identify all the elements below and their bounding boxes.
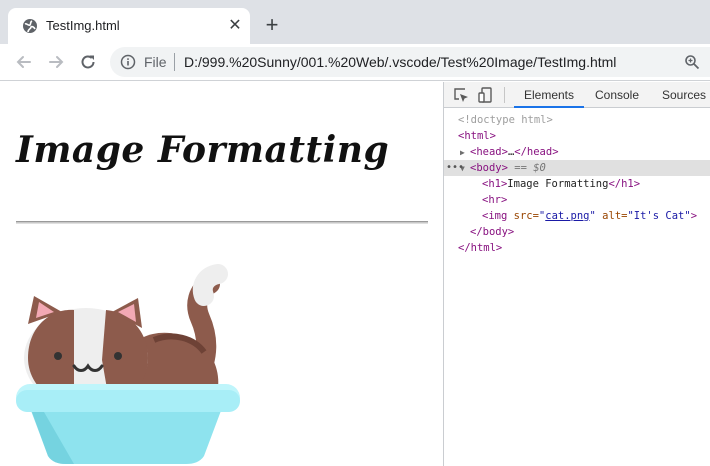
body-open-tag: <body> (470, 162, 508, 174)
hr-tag: <hr> (482, 194, 508, 206)
expand-arrow-icon[interactable]: ▶ (460, 145, 470, 161)
inspect-element-icon[interactable] (453, 87, 469, 103)
tab-title: TestImg.html (46, 18, 120, 33)
dom-html-close[interactable]: </html> (444, 240, 710, 256)
html-close-tag: </html> (458, 242, 503, 254)
alt-attr-value: "It's Cat" (627, 210, 691, 222)
src-attr-name: src= (513, 210, 539, 222)
devtools-divider (504, 87, 505, 103)
selected-marker: == $0 (514, 162, 546, 174)
back-arrow-icon[interactable] (14, 52, 34, 72)
cat-image (16, 264, 240, 464)
alt-attr-name: alt= (602, 210, 628, 222)
url-text[interactable]: D:/999.%20Sunny/001.%20Web/.vscode/Test%… (184, 54, 616, 70)
img-close-bracket: > (690, 210, 698, 222)
html-open-tag: <html> (458, 130, 496, 142)
info-icon[interactable] (120, 54, 136, 70)
close-tab-icon[interactable]: ✕ (226, 17, 244, 35)
zoom-icon[interactable] (684, 54, 700, 70)
head-close-tag: </head> (514, 146, 559, 158)
scheme-label: File (144, 54, 167, 70)
page-heading: Image Formatting (16, 129, 390, 171)
dom-img[interactable]: <img src="cat.png" alt="It's Cat"> (444, 208, 710, 224)
dom-h1[interactable]: <h1>Image Formatting</h1> (444, 176, 710, 192)
h1-text: Image Formatting (507, 178, 609, 190)
dom-tree: <!doctype html> <html> ▶ <head>…</head> •… (444, 112, 710, 256)
tab-elements[interactable]: Elements (514, 82, 584, 108)
src-attr-link[interactable]: cat.png (545, 210, 589, 222)
dom-html[interactable]: <html> (444, 128, 710, 144)
dom-hr[interactable]: <hr> (444, 192, 710, 208)
body-close-tag: </body> (470, 226, 515, 238)
reload-icon[interactable] (78, 52, 98, 72)
devtools-tabbar: Elements Console Sources (444, 82, 710, 108)
new-tab-button[interactable]: + (262, 14, 282, 36)
h1-close-tag: </h1> (608, 178, 641, 190)
tab-sources[interactable]: Sources (654, 82, 710, 108)
dom-doctype[interactable]: <!doctype html> (444, 112, 710, 128)
globe-icon (23, 19, 37, 33)
dom-body-selected[interactable]: ••• ▼ <body> == $0 (444, 160, 710, 176)
address-bar[interactable]: File D:/999.%20Sunny/001.%20Web/.vscode/… (110, 47, 710, 77)
doctype-text: <!doctype html> (458, 114, 553, 126)
devtools-panel: Elements Console Sources <!doctype html>… (443, 82, 710, 466)
tab-strip: TestImg.html ✕ + (0, 0, 710, 44)
more-options-icon[interactable]: ••• (446, 160, 464, 176)
browser-toolbar: File D:/999.%20Sunny/001.%20Web/.vscode/… (0, 44, 710, 81)
horizontal-rule (16, 221, 428, 224)
tab-console[interactable]: Console (586, 82, 648, 108)
head-open-tag: <head> (470, 146, 508, 158)
h1-open-tag: <h1> (482, 178, 508, 190)
page-viewport: Image Formatting (0, 82, 443, 466)
device-toggle-icon[interactable] (478, 87, 494, 103)
img-open-tag: <img (482, 210, 508, 222)
forward-arrow-icon[interactable] (46, 52, 66, 72)
dom-head[interactable]: ▶ <head>…</head> (444, 144, 710, 160)
omnibox-separator (174, 53, 175, 71)
browser-tab[interactable]: TestImg.html ✕ (8, 8, 250, 44)
dom-body-close[interactable]: </body> (444, 224, 710, 240)
